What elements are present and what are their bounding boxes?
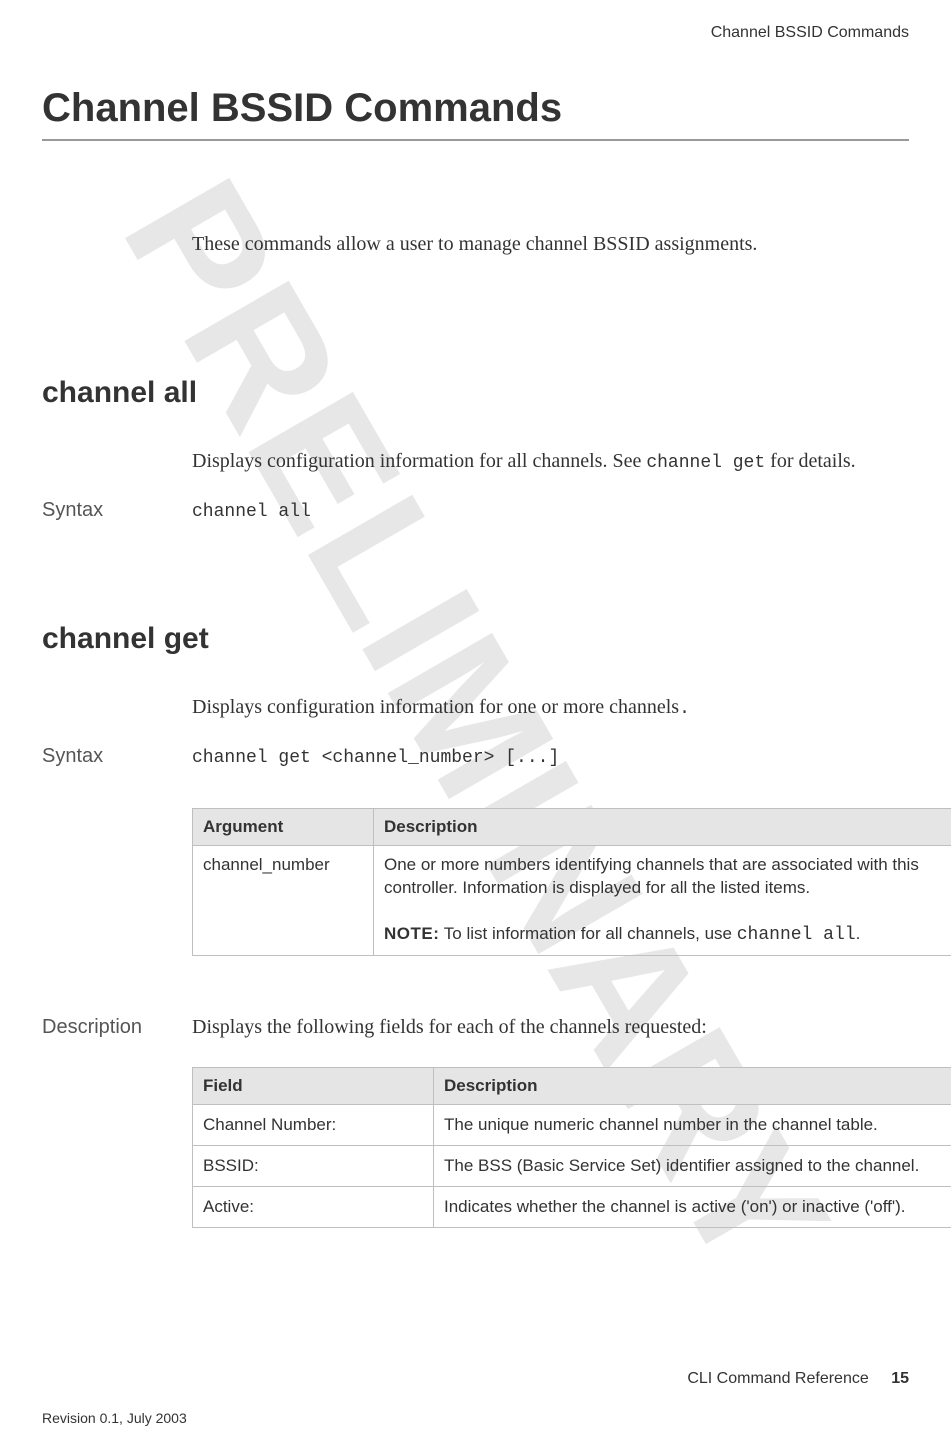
syntax-label: Syntax [42,745,192,768]
channel-get-body-text: Displays configuration information for o… [192,696,679,718]
field-header: Field [193,1068,434,1105]
field-cell: Active: [193,1187,434,1228]
spacer [42,522,909,622]
title-divider [42,139,909,141]
arg-cell: channel_number [193,846,374,956]
field-desc-cell: The BSS (Basic Service Set) identifier a… [434,1146,951,1187]
page-footer: CLI Command Reference 15 Revision 0.1, J… [42,1370,909,1426]
syntax-label: Syntax [42,499,192,522]
channel-get-body-trailing: . [679,699,690,719]
arg-header: Argument [193,809,374,846]
spacer [42,768,909,808]
channel-get-syntax-row: Syntax channel get <channel_number> [...… [42,745,909,768]
page-title: Channel BSSID Commands [42,86,909,131]
footer-right: CLI Command Reference 15 [42,1370,909,1388]
section-heading-channel-get: channel get [42,622,909,656]
channel-all-body-suffix: for details. [765,450,856,472]
description-row: Description Displays the following field… [42,1016,909,1039]
table-row: channel_number One or more numbers ident… [193,846,951,956]
running-header: Channel BSSID Commands [42,24,909,42]
channel-all-body: Displays configuration information for a… [192,450,909,473]
table-header-row: Field Description [193,1068,951,1105]
field-cell: Channel Number: [193,1105,434,1146]
channel-get-body: Displays configuration information for o… [192,696,909,719]
field-desc-cell: The unique numeric channel number in the… [434,1105,951,1146]
footer-page-number: 15 [891,1370,909,1387]
description-text: Displays the following fields for each o… [192,1016,707,1039]
desc-cell: One or more numbers identifying channels… [374,846,951,956]
table-row: Active: Indicates whether the channel is… [193,1187,951,1228]
section-heading-channel-all: channel all [42,376,909,410]
footer-doc-title: CLI Command Reference [687,1370,868,1387]
desc-header: Description [434,1068,951,1105]
note-text-prefix: To list information for all channels, us… [439,924,736,943]
channel-all-body-code: channel get [646,453,765,473]
arg-desc-line1: One or more numbers identifying channels… [384,855,919,897]
table-row: Channel Number: The unique numeric chann… [193,1105,951,1146]
field-cell: BSSID: [193,1146,434,1187]
table-row: BSSID: The BSS (Basic Service Set) ident… [193,1146,951,1187]
channel-all-syntax-row: Syntax channel all [42,499,909,522]
note-code: channel all [737,925,856,945]
spacer [42,956,909,1016]
content-area: Channel BSSID Commands Channel BSSID Com… [42,24,909,1228]
table-header-row: Argument Description [193,809,951,846]
channel-get-syntax-value: channel get <channel_number> [...] [192,748,559,768]
field-table: Field Description Channel Number: The un… [192,1067,951,1228]
intro-paragraph: These commands allow a user to manage ch… [192,233,909,256]
argument-table: Argument Description channel_number One … [192,808,951,956]
page: PRELIMINARY Channel BSSID Commands Chann… [0,0,951,1454]
note-label: NOTE: [384,924,439,943]
channel-all-body-prefix: Displays configuration information for a… [192,450,646,472]
note-text-suffix: . [856,924,861,943]
footer-revision: Revision 0.1, July 2003 [42,1410,909,1426]
desc-header: Description [374,809,951,846]
channel-all-syntax-value: channel all [192,502,311,522]
description-label: Description [42,1016,192,1039]
field-desc-cell: Indicates whether the channel is active … [434,1187,951,1228]
